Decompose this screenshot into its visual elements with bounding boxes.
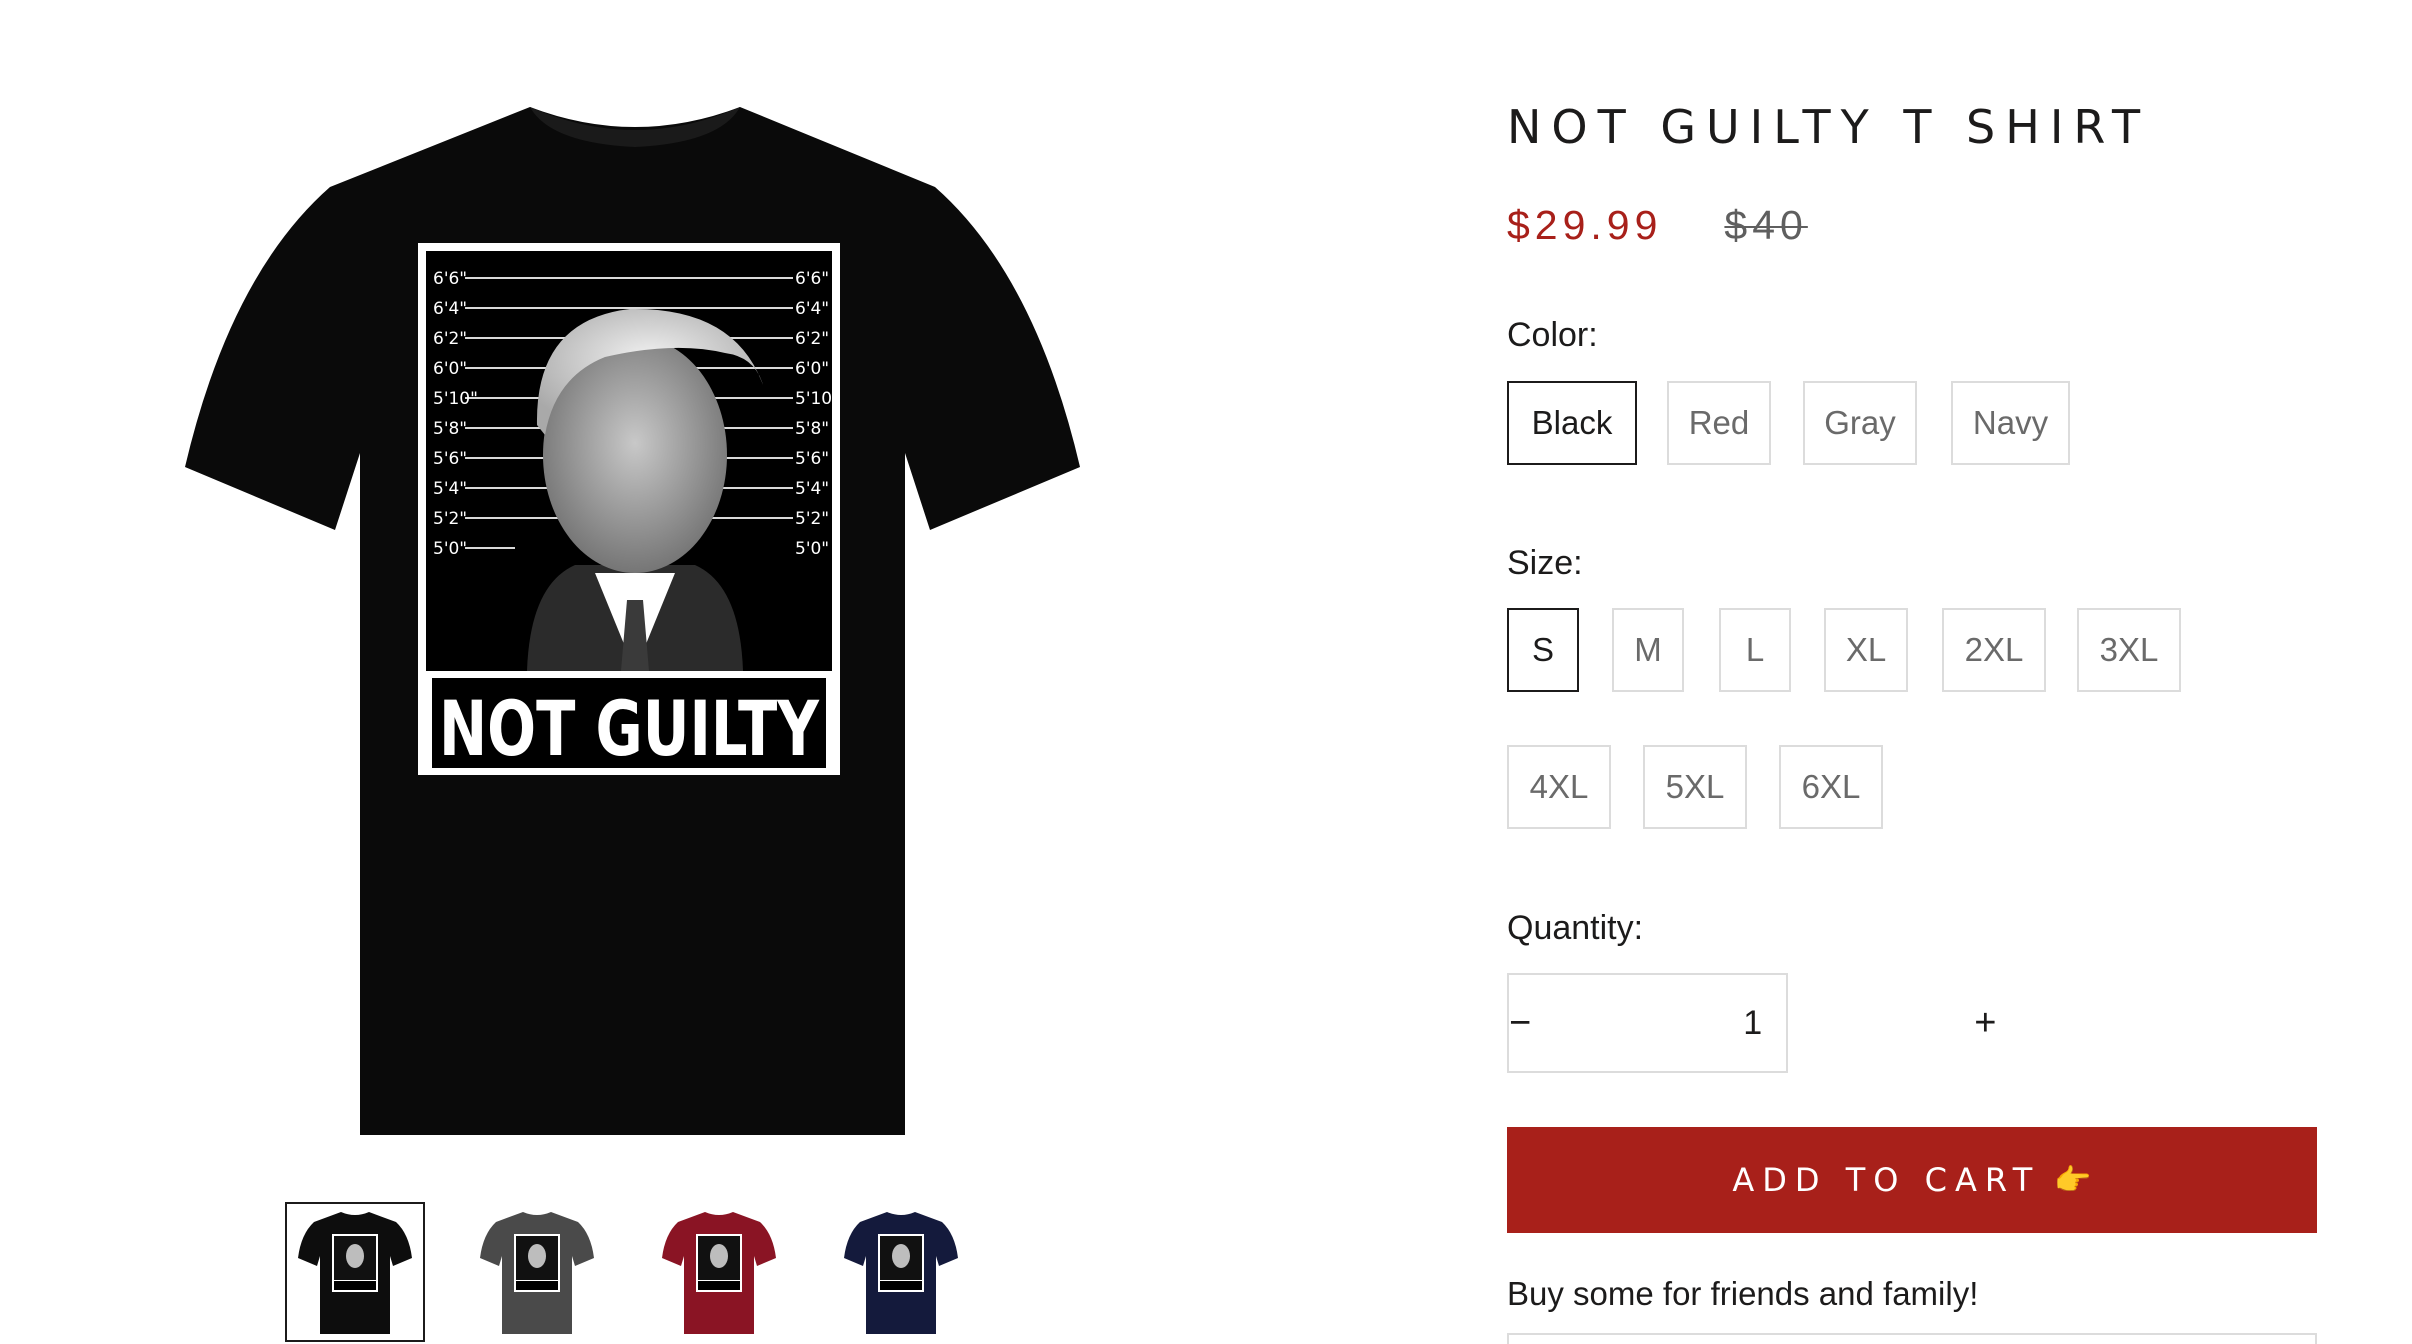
plus-icon[interactable]: +: [1974, 975, 1996, 1071]
height-mark: 6'2": [795, 329, 829, 349]
color-label: Color:: [1507, 316, 1598, 354]
size-option-s[interactable]: S: [1507, 608, 1579, 692]
size-option-l[interactable]: L: [1719, 608, 1791, 692]
upsell-box[interactable]: [1507, 1333, 2317, 1344]
quantity-stepper: − +: [1507, 973, 1996, 1073]
size-option-3xl[interactable]: 3XL: [2077, 608, 2181, 692]
quantity-input[interactable]: [1531, 975, 1975, 1071]
height-mark: 5'10": [795, 389, 840, 409]
product-thumbnail[interactable]: [467, 1202, 607, 1342]
height-mark: 6'0": [795, 359, 829, 379]
product-thumbnail[interactable]: [649, 1202, 789, 1342]
height-mark: 6'4": [795, 299, 829, 319]
height-mark: 5'0": [433, 539, 467, 559]
price-row: $29.99 $40: [1507, 202, 1808, 249]
main-product-image[interactable]: 6'6" 6'4" 6'2" 6'0" 5'10" 5'8" 5'6" 5'4" 5'2" 5'0…: [175, 95, 1095, 1145]
height-mark: 5'0": [795, 539, 829, 559]
quantity-label: Quantity:: [1507, 909, 1644, 947]
color-option-navy[interactable]: Navy: [1951, 381, 2070, 465]
height-mark: 5'4": [433, 479, 467, 499]
height-mark: 5'2": [433, 509, 467, 529]
pointing-hand-icon: 👉: [2054, 1162, 2092, 1198]
color-option-black[interactable]: Black: [1507, 381, 1637, 465]
product-thumbnail[interactable]: [285, 1202, 425, 1342]
height-mark: 5'8": [433, 419, 467, 439]
height-mark: 5'6": [795, 449, 829, 469]
height-mark: 6'6": [795, 269, 829, 289]
height-mark: 6'6": [433, 269, 467, 289]
size-option-xl[interactable]: XL: [1824, 608, 1908, 692]
height-mark: 5'8": [795, 419, 829, 439]
product-thumbnail[interactable]: [831, 1202, 971, 1342]
size-option-4xl[interactable]: 4XL: [1507, 745, 1611, 829]
size-label: Size:: [1507, 544, 1583, 582]
size-option-2xl[interactable]: 2XL: [1942, 608, 2046, 692]
upsell-text: Buy some for friends and family!: [1507, 1275, 1979, 1312]
height-mark: 5'4": [795, 479, 829, 499]
compare-price: $40: [1724, 202, 1808, 248]
height-mark: 6'4": [433, 299, 467, 319]
product-title: NOT GUILTY T SHIRT: [1507, 100, 2151, 154]
height-mark: 5'10": [433, 389, 478, 409]
print-text: NOT GUILTY: [439, 684, 820, 773]
add-to-cart-label: ADD TO CART: [1732, 1161, 2041, 1199]
color-option-gray[interactable]: Gray: [1803, 381, 1917, 465]
thumbnail-gallery: [285, 1202, 971, 1342]
color-option-red[interactable]: Red: [1667, 381, 1771, 465]
minus-icon[interactable]: −: [1509, 975, 1531, 1071]
sale-price: $29.99: [1507, 202, 1663, 248]
height-mark: 5'2": [795, 509, 829, 529]
size-option-5xl[interactable]: 5XL: [1643, 745, 1747, 829]
add-to-cart-button[interactable]: ADD TO CART 👉: [1507, 1127, 2317, 1233]
height-mark: 5'6": [433, 449, 467, 469]
size-option-m[interactable]: M: [1612, 608, 1684, 692]
size-option-6xl[interactable]: 6XL: [1779, 745, 1883, 829]
product-page: 6'6" 6'4" 6'2" 6'0" 5'10" 5'8" 5'6" 5'4" 5'2" 5'0…: [0, 0, 2412, 1344]
height-mark: 6'2": [433, 329, 467, 349]
height-mark: 6'0": [433, 359, 467, 379]
